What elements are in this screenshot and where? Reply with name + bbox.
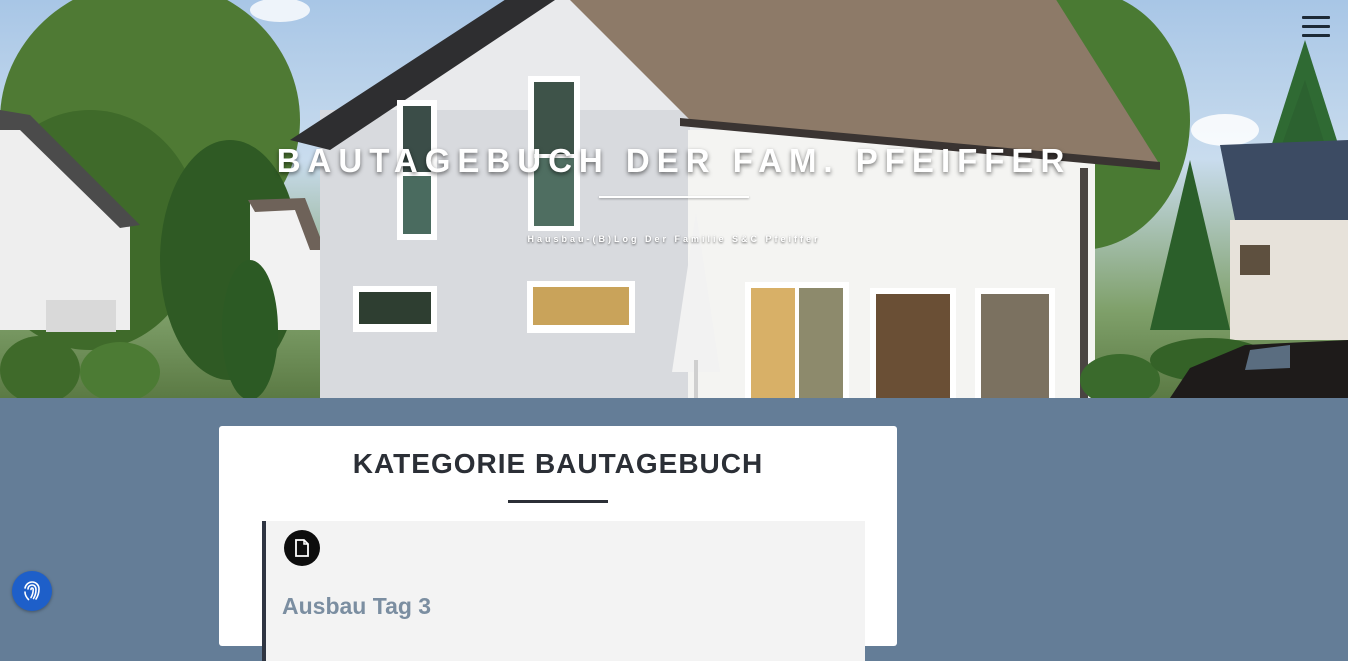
title-divider [599, 196, 749, 198]
archive-card: KATEGORIE BAUTAGEBUCH Ausbau Tag 3 [219, 426, 897, 661]
post-title-link[interactable]: Ausbau Tag 3 [282, 593, 431, 620]
menu-bar [1302, 16, 1330, 19]
site-subtitle: Hausbau-(B)Log Der Familie S&C Pfeiffer [527, 234, 821, 244]
document-icon [284, 530, 320, 566]
privacy-settings-button[interactable] [12, 571, 52, 611]
menu-bar [1302, 25, 1330, 28]
post-entry: Ausbau Tag 3 [262, 521, 865, 661]
house-illustration [0, 0, 1348, 398]
header-hero-image: BAUTAGEBUCH DER FAM. PFEIFFER Hausbau-(B… [0, 0, 1348, 398]
site-title[interactable]: BAUTAGEBUCH DER FAM. PFEIFFER [0, 142, 1348, 180]
category-title-divider [508, 500, 608, 503]
hamburger-menu-icon[interactable] [1302, 16, 1330, 38]
category-title: KATEGORIE BAUTAGEBUCH [352, 448, 764, 479]
fingerprint-icon [24, 581, 40, 601]
menu-bar [1302, 34, 1330, 37]
